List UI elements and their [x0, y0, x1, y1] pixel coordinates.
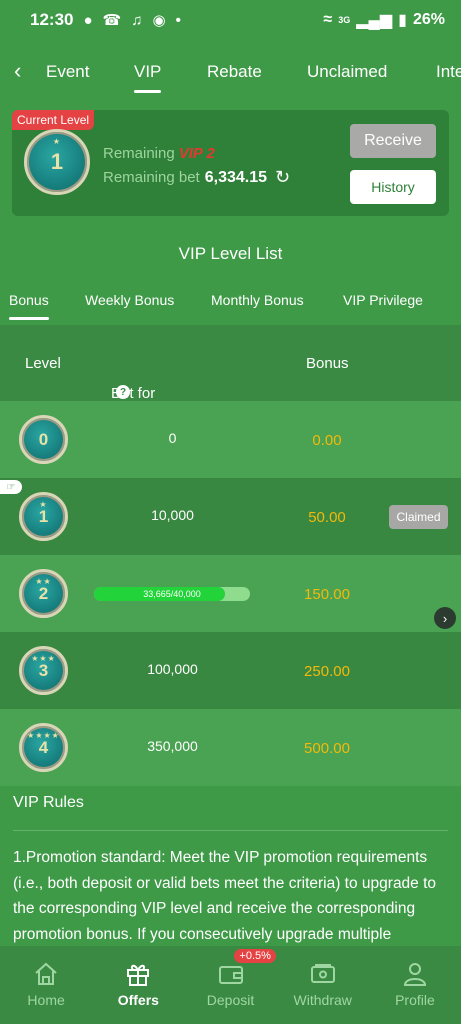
status-bar: 12:30 ● ☎ ♫ ◉ • ≈ 3G ▂▄▆ ▮ 26%: [0, 0, 461, 40]
history-button[interactable]: History: [350, 170, 436, 204]
wallet-icon: [218, 966, 243, 984]
gift-icon: [127, 964, 150, 986]
top-tabs: ‹ Event VIP Rebate Unclaimed Inte: [0, 48, 461, 98]
bonus-value: 250.00: [304, 663, 350, 680]
vip-rules-text: 1.Promotion standard: Meet the VIP promo…: [13, 849, 437, 943]
nav-withdraw[interactable]: Withdraw: [277, 946, 369, 1024]
status-time: 12:30: [30, 10, 74, 29]
bet-value: 0: [168, 430, 177, 446]
nav-profile-label: Profile: [395, 992, 435, 1008]
bonus-value: 500.00: [304, 740, 350, 757]
level-number: 4: [38, 737, 49, 757]
more-notifications-icon: •: [175, 11, 181, 29]
table-row: ★★★ 3 100,000 250.00: [0, 632, 461, 709]
level-4-medal: ★★★★ 4: [19, 723, 68, 772]
divider: [13, 830, 448, 831]
nav-withdraw-label: Withdraw: [293, 992, 352, 1008]
withdraw-icon: [310, 964, 335, 983]
app-notification-icon: ◉: [152, 12, 166, 29]
table-row: ☞ ★ 1 10,000 50.00 Claimed: [0, 478, 461, 555]
header-bonus: Bonus: [306, 355, 349, 372]
vip-rules-title: VIP Rules: [13, 794, 84, 811]
chevron-right-icon[interactable]: ›: [434, 607, 456, 629]
table-row: ★★★★ 4 350,000 500.00: [0, 709, 461, 786]
progress-text: 33,665/40,000: [143, 589, 201, 599]
bonus-value: 0.00: [312, 432, 342, 449]
star-icon: ★: [52, 137, 62, 146]
bottom-nav: Home Offers +0.5% Deposit Withdraw Profi…: [0, 946, 461, 1024]
bell-icon: ♫: [131, 11, 143, 29]
table-header: Level Bet for promotion? Bonus: [0, 325, 461, 419]
current-level-badge: Current Level: [12, 110, 95, 130]
remaining-bet: Remaining bet 6,334.15 ↻: [103, 167, 290, 188]
tab-rebate[interactable]: Rebate: [207, 62, 262, 82]
next-vip-level: VIP 2: [178, 145, 215, 162]
vip-level-table: Level Bet for promotion? Bonus 0 0 0.00 …: [0, 325, 461, 786]
vip-level-list-title: VIP Level List: [178, 244, 283, 263]
nav-offers[interactable]: Offers: [92, 946, 184, 1024]
claimed-badge: Claimed: [389, 505, 448, 529]
subtab-weekly-bonus[interactable]: Weekly Bonus: [85, 292, 174, 308]
nav-deposit-label: Deposit: [206, 992, 255, 1008]
tab-unclaimed[interactable]: Unclaimed: [307, 62, 387, 82]
level-number: 3: [38, 660, 49, 680]
signal-icon: ▂▄▆: [356, 12, 393, 29]
subtab-vip-privilege[interactable]: VIP Privilege: [343, 292, 423, 308]
remaining-bet-label: Remaining bet: [103, 169, 200, 186]
wifi-icon: ≈: [323, 11, 333, 28]
tab-vip[interactable]: VIP: [134, 62, 162, 93]
current-level-medal: ★ 1: [24, 129, 90, 195]
bet-value: 350,000: [147, 738, 198, 754]
remaining-label: Remaining: [103, 145, 175, 162]
tab-event[interactable]: Event: [46, 62, 89, 82]
nav-offers-label: Offers: [117, 992, 159, 1008]
level-3-medal: ★★★ 3: [19, 646, 68, 695]
bonus-value: 50.00: [308, 509, 346, 526]
star-icon: ★★: [35, 577, 52, 586]
nav-home[interactable]: Home: [0, 946, 92, 1024]
missed-call-icon: ☎: [102, 12, 122, 29]
level-number: 2: [38, 583, 49, 603]
nav-home-label: Home: [27, 992, 65, 1008]
snapchat-icon: ●: [83, 11, 93, 29]
level-number: 1: [38, 506, 49, 526]
level-1-medal: ★ 1: [19, 492, 68, 541]
header-level: Level: [25, 355, 61, 372]
remaining-level: Remaining VIP 2: [103, 145, 215, 162]
tab-more[interactable]: Inte: [436, 62, 461, 82]
bet-value: 10,000: [151, 507, 194, 523]
level-0-medal: 0: [19, 415, 68, 464]
star-icon: ★★★★: [27, 731, 60, 740]
table-row: 0 0 0.00: [0, 401, 461, 478]
current-level-card: Current Level ★ 1 Remaining VIP 2 Remaini…: [12, 110, 449, 216]
profile-icon: [403, 963, 426, 986]
nav-profile[interactable]: Profile: [369, 946, 461, 1024]
bet-value: 100,000: [147, 661, 198, 677]
bonus-value: 150.00: [304, 586, 350, 603]
help-icon[interactable]: ?: [116, 385, 130, 399]
battery-icon: ▮: [398, 12, 407, 29]
battery-level: 26%: [412, 11, 445, 28]
level-number: 0: [38, 429, 49, 449]
network-label: 3G: [338, 15, 351, 25]
refresh-icon[interactable]: ↻: [275, 167, 290, 188]
promotion-progress-bar: 33,665/40,000: [94, 587, 250, 601]
level-2-medal: ★★ 2: [19, 569, 68, 618]
pointing-hand-icon: ☞: [0, 480, 22, 494]
subtab-bonus[interactable]: Bonus: [9, 292, 49, 320]
table-row: ★★ 2 33,665/40,000 150.00 ›: [0, 555, 461, 632]
nav-deposit[interactable]: +0.5% Deposit: [184, 946, 276, 1024]
remaining-bet-amount: 6,334.15: [204, 168, 268, 186]
deposit-bonus-badge: +0.5%: [234, 949, 276, 963]
receive-button[interactable]: Receive: [350, 124, 436, 158]
subtab-monthly-bonus[interactable]: Monthly Bonus: [211, 292, 304, 308]
star-icon: ★★★: [31, 654, 56, 663]
home-icon: [35, 962, 57, 985]
back-icon[interactable]: ‹: [14, 58, 21, 84]
current-level-number: 1: [50, 149, 64, 174]
star-icon: ★: [39, 500, 48, 509]
